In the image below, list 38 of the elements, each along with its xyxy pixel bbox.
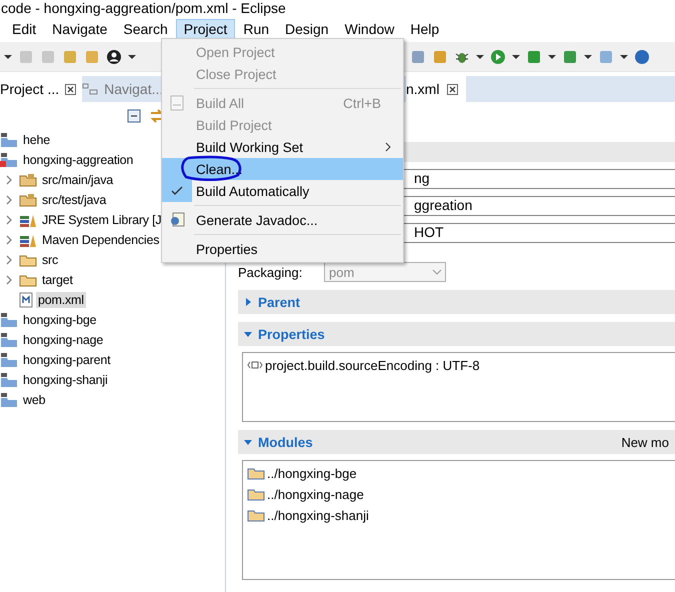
menu-item[interactable]: Run [235,19,278,39]
list-item[interactable]: ../hongxing-nage [267,486,364,502]
tree-item[interactable]: hongxing-shanji [21,372,110,388]
tree-item[interactable]: pom.xml [36,292,86,308]
section-title: Parent [258,294,300,310]
tree-item[interactable]: web [21,392,48,408]
section-title: Properties [258,326,325,342]
tree-item[interactable]: src/test/java [40,192,108,208]
menu-item[interactable]: Window [336,19,402,39]
tree-item[interactable]: hongxing-nage [21,332,106,348]
menu-item[interactable]: Search [115,19,176,39]
tree-item[interactable]: hongxing-parent [21,352,112,368]
tree-item[interactable]: hehe [21,132,52,148]
tree-item[interactable]: target [40,272,75,288]
menu-item[interactable]: Edit [4,19,44,39]
section-title: Modules [258,434,313,450]
tree-item[interactable]: hongxing-bge [21,312,98,328]
menu-item[interactable]: Navigate [44,19,116,39]
list-item[interactable]: ../hongxing-bge [267,466,357,480]
section-header[interactable]: Properties [238,322,675,346]
window-title: code - hongxing-aggreation/pom.xml - Eclipse [1,0,287,18]
view-tab[interactable]: Project ... [0,76,82,102]
menu-item[interactable]: Build Working Set [162,136,403,158]
section-header[interactable]: Modules New mo [238,430,675,454]
list-item[interactable]: ../hongxing-shanji [267,508,369,522]
tree-item[interactable]: Maven Dependencies [40,232,162,248]
list-item[interactable]: project.build.sourceEncoding : UTF-8 [265,358,480,372]
menu-item[interactable]: Help [402,19,448,39]
packaging-label: Packaging: [238,264,304,280]
tree-item[interactable]: src [40,252,60,268]
tree-item[interactable]: src/main/java [40,172,116,188]
new-module-link[interactable]: New mo [621,434,669,450]
menu-item[interactable]: Design [277,19,337,39]
menu-item[interactable]: Project [176,19,236,39]
editor-tab[interactable]: n.xml [406,76,466,102]
tree-item[interactable]: hongxing-aggreation [21,152,136,168]
section-header[interactable]: Parent [238,290,675,314]
tree-item[interactable]: JRE System Library [J [40,212,164,228]
